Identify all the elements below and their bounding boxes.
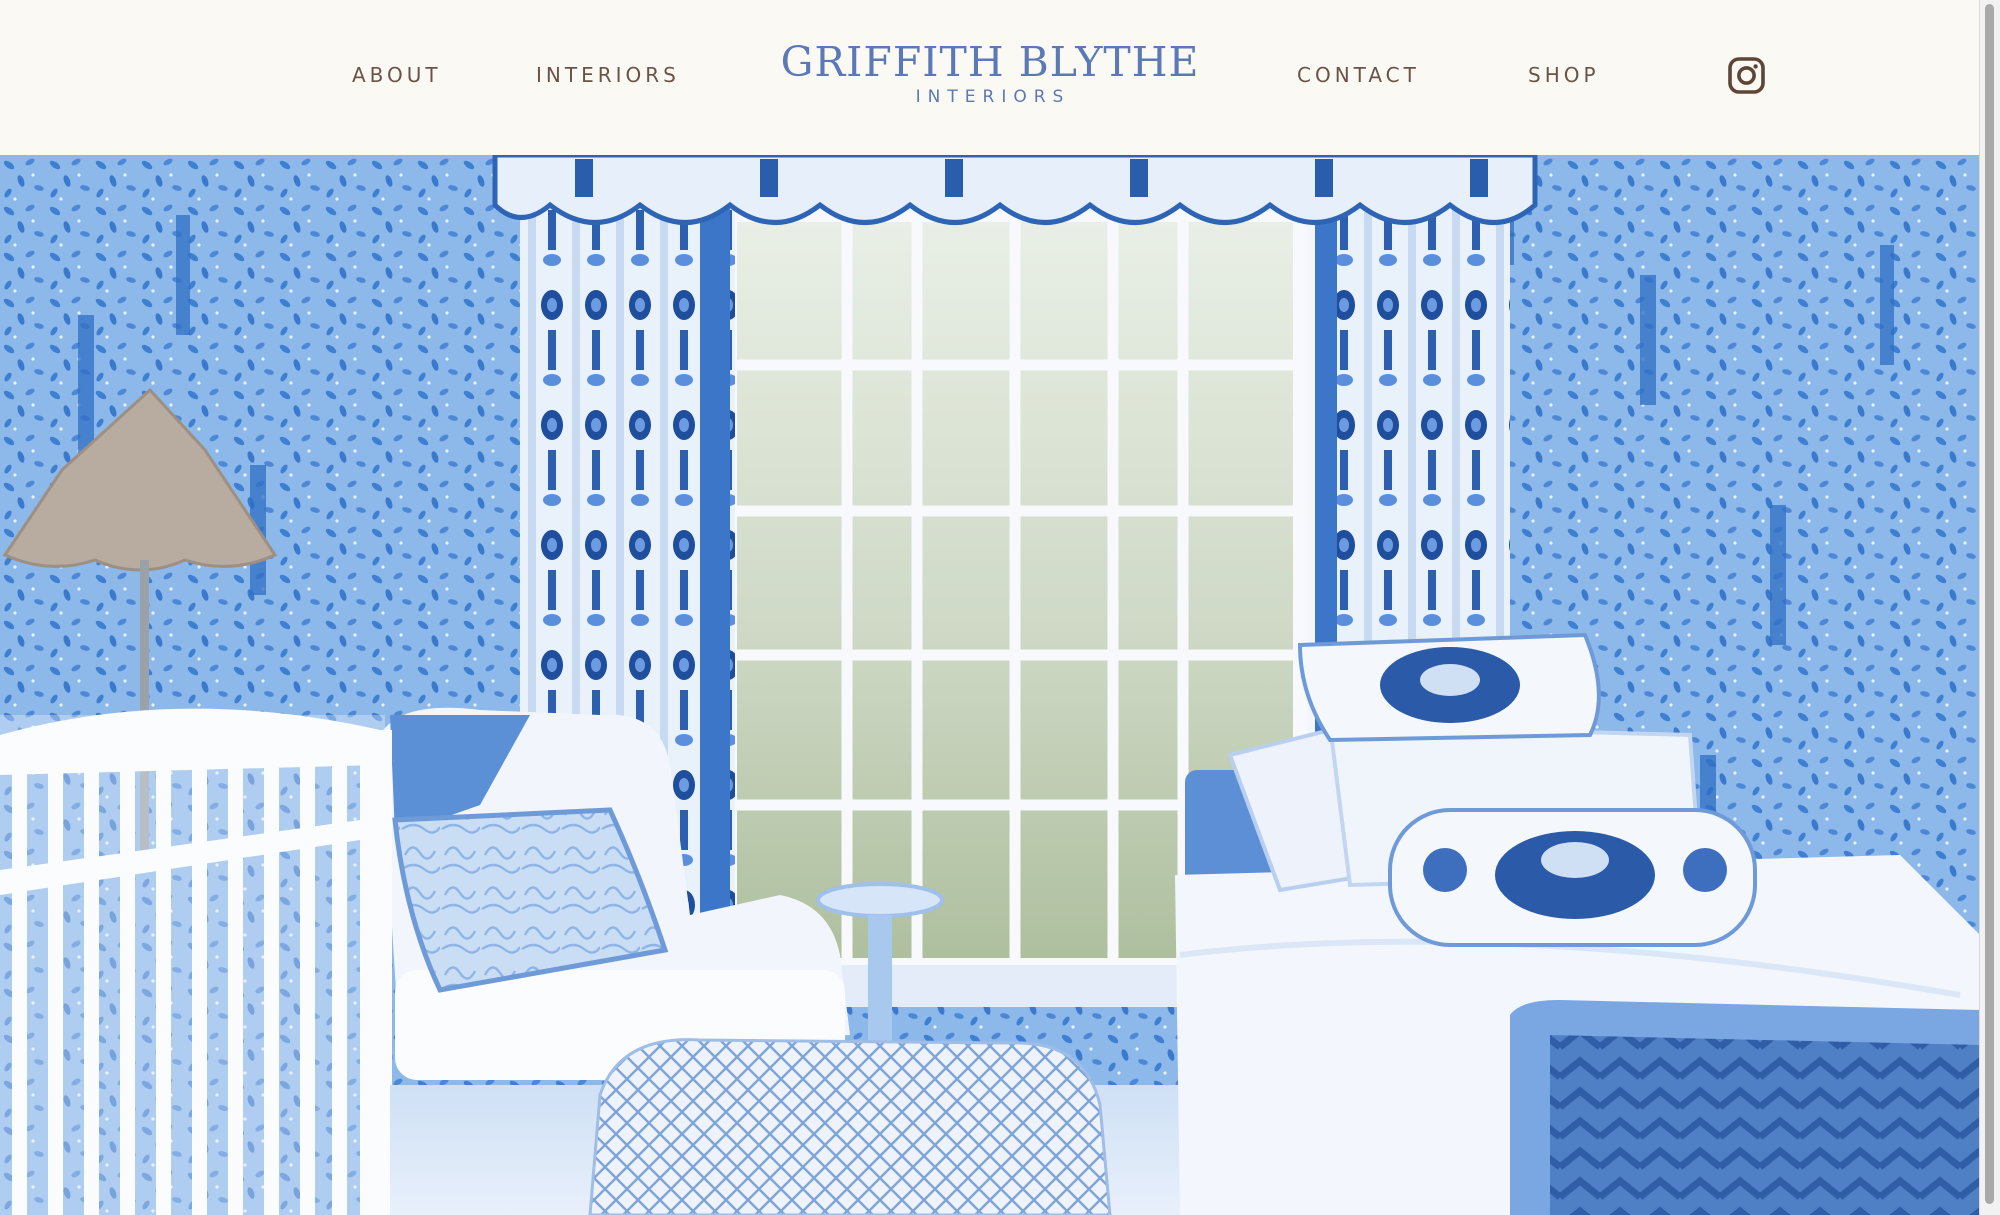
logo-title: GRIFFITH BLYTHE [780, 38, 1200, 86]
site-header: ABOUT INTERIORS GRIFFITH BLYTHE INTERIOR… [0, 0, 1980, 155]
nav-contact-link[interactable]: CONTACT [1297, 62, 1420, 88]
site-logo[interactable]: GRIFFITH BLYTHE INTERIORS [770, 38, 1210, 114]
nav-interiors-link[interactable]: INTERIORS [536, 62, 680, 88]
logo-subtitle: INTERIORS [915, 87, 1071, 107]
nav-shop-link[interactable]: SHOP [1528, 62, 1600, 88]
instagram-icon[interactable] [1728, 57, 1765, 94]
nav-about-link[interactable]: ABOUT [352, 62, 442, 88]
hero-image [0, 155, 1980, 1215]
scrollbar[interactable] [1979, 0, 2000, 1215]
scrollbar-thumb[interactable] [1985, 4, 1994, 1204]
